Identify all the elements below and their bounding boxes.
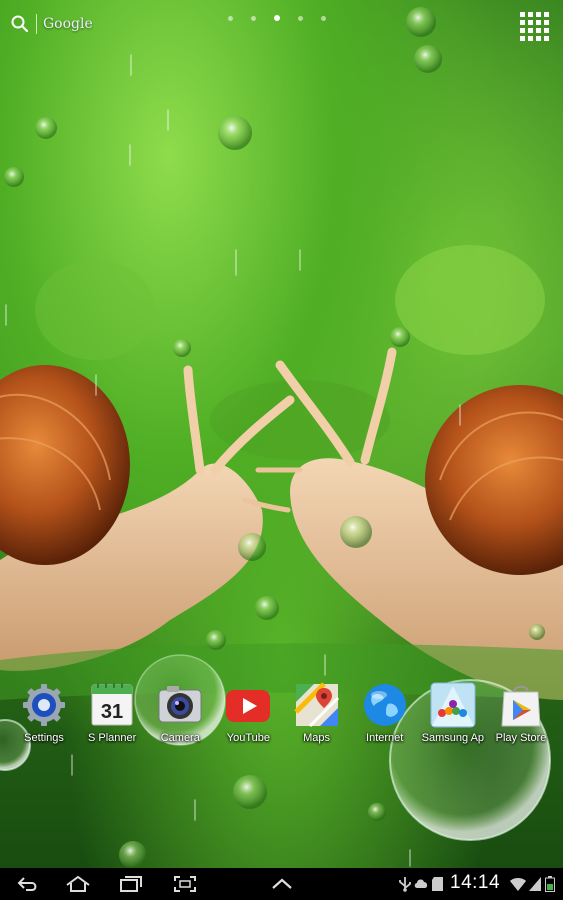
app-label: Maps [303,732,331,744]
screenshot-button[interactable] [171,872,199,896]
settings-gear-icon [21,682,67,728]
maps-icon [293,682,340,728]
app-label: Camera [160,732,200,744]
calendar-icon: 31 [89,682,135,728]
app-samsung-apps[interactable]: Samsung Ap [419,682,487,752]
apps-grid-icon[interactable] [519,11,549,41]
app-s-planner[interactable]: 31 S Planner [78,682,146,752]
app-camera[interactable]: Camera [146,682,214,752]
app-label: YouTube [226,732,271,744]
back-button[interactable] [14,872,42,896]
chevron-up-icon [272,878,292,889]
app-youtube[interactable]: YouTube [214,682,282,752]
app-dock: Settings 31 S Planner Camera YouTube Map… [10,682,555,752]
recent-apps-icon [120,876,142,892]
app-label: Internet [366,732,404,744]
system-bar: 14:14 [0,868,563,900]
app-label: S Planner [87,732,137,744]
app-label: Samsung Ap [421,732,485,744]
page-dot-active [274,15,280,21]
page-dot [321,15,326,21]
page-dot [251,15,256,21]
app-label: Settings [24,732,64,744]
home-button[interactable] [64,872,92,896]
camera-icon [157,682,203,728]
globe-icon [362,682,408,728]
clock: 14:14 [450,872,501,893]
battery-icon [545,876,555,892]
page-dot [298,15,303,21]
youtube-icon [225,682,271,728]
page-dot [228,15,233,21]
app-maps[interactable]: Maps [283,682,351,752]
screenshot-icon [174,876,196,892]
cloud-sync-icon [414,879,428,888]
search-icon [11,15,29,33]
signal-icon [529,877,541,891]
google-search-bar[interactable]: Google [10,10,93,38]
recent-apps-button[interactable] [117,872,145,896]
sd-card-icon [432,877,443,891]
page-indicator [228,15,326,21]
app-play-store[interactable]: Play Store [487,682,555,752]
play-store-icon [498,682,544,728]
back-icon [17,877,37,891]
samsung-apps-icon [430,682,476,728]
app-internet[interactable]: Internet [351,682,419,752]
home-icon [66,875,90,892]
usb-icon [399,877,411,892]
multiwindow-tray-button[interactable] [268,872,296,896]
google-label: Google [43,16,93,32]
app-settings[interactable]: Settings [10,682,78,752]
calendar-date: 31 [101,701,123,723]
wifi-icon [510,878,526,891]
app-label: Play Store [495,732,547,744]
search-divider [36,14,37,34]
